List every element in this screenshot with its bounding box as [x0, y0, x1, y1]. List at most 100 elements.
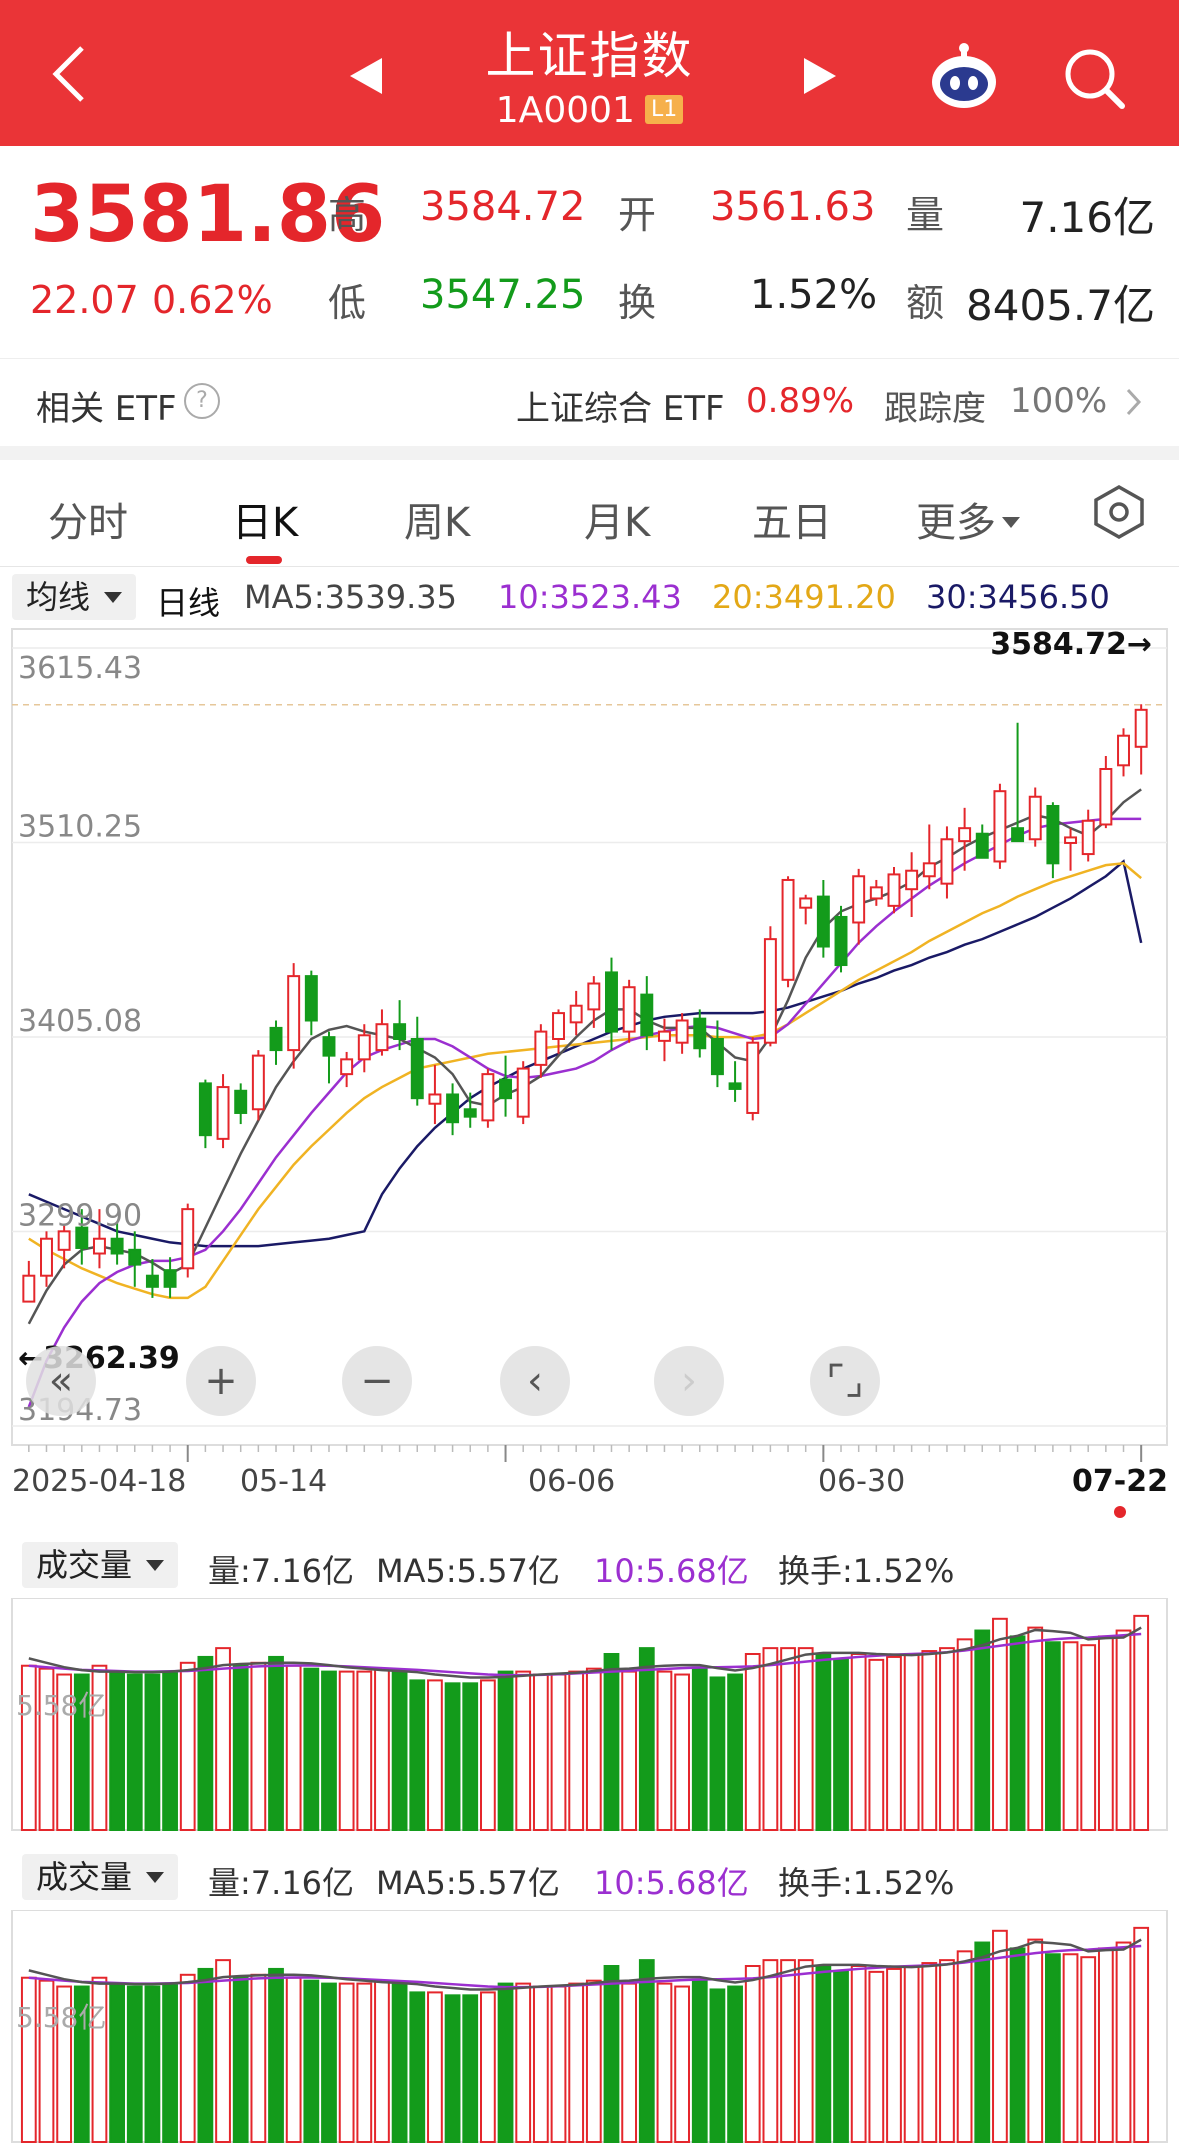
candle: [922, 824, 936, 890]
candle: [234, 1083, 248, 1125]
volume-bar: [356, 1670, 373, 1831]
zoom-out-button[interactable]: −: [342, 1346, 412, 1416]
volume-dropdown-2[interactable]: 成交量: [22, 1854, 179, 1900]
volume-bar: [1080, 1956, 1097, 2144]
amount-label: 额: [906, 281, 945, 325]
robot-assistant-icon[interactable]: [928, 40, 1000, 112]
candle: [22, 1260, 36, 1303]
volume-bar: [356, 1982, 373, 2143]
volume-bar: [215, 1647, 231, 1832]
tab-daily-k[interactable]: 日K: [232, 490, 298, 548]
volume-bar: [515, 1670, 532, 1831]
tab-weekly-k[interactable]: 周K: [404, 490, 470, 548]
quote-panel: 3581.86 22.07 0.62% 高 3584.72 低 3547.25 …: [0, 146, 1179, 358]
candle: [763, 926, 777, 1047]
track-value: 100%: [1010, 381, 1108, 421]
ma5-line: [27, 788, 1142, 1325]
volume-bar: [480, 1679, 496, 1832]
next-stock-triangle-icon[interactable]: [804, 58, 836, 94]
price-change: 22.07: [30, 278, 139, 322]
volume-bar: [780, 1647, 796, 1832]
volume-bar: [1097, 1947, 1114, 2144]
volume-bar: [921, 1650, 938, 1831]
volume-bar: [974, 1941, 991, 2143]
volume-bar: [621, 1670, 638, 1831]
candle: [1046, 802, 1060, 879]
volume-bar: [1097, 1635, 1114, 1832]
ma-type-label: 均线: [26, 578, 91, 616]
volume-header-1: 成交量 量:7.16亿 MA5:5.57亿 10:5.68亿 换手:1.52%: [0, 1534, 1179, 1594]
volume-bar: [197, 1655, 214, 1831]
volume-value: 7.16亿: [1019, 193, 1155, 242]
volume-dropdown-label-2: 成交量: [36, 1858, 133, 1896]
section-separator: [0, 446, 1179, 460]
app-header: 上证指数 1A0001 L1: [0, 0, 1179, 146]
date-label-start: 2025-04-18: [12, 1464, 187, 1499]
volume-bar: [585, 1979, 602, 2143]
candlestick-chart[interactable]: 3615.433510.253405.083299.903194.73 3584…: [0, 626, 1179, 1462]
volume-bar: [1062, 1641, 1079, 1832]
next-button[interactable]: ›: [654, 1346, 724, 1416]
volume-bar: [250, 1661, 267, 1831]
candle: [781, 876, 795, 988]
turnover-label: 换: [618, 281, 657, 325]
volume-bar: [444, 1994, 461, 2144]
volume-bar: [444, 1682, 461, 1832]
vol-value-1: 量:7.16亿: [208, 1552, 355, 1590]
caret-down-icon: [1002, 517, 1020, 528]
candle: [622, 979, 636, 1043]
volume-bar: [409, 1679, 426, 1832]
candle: [587, 976, 601, 1028]
candle: [605, 957, 618, 1051]
volume-bar: [903, 1653, 920, 1831]
volume-bar: [126, 1673, 143, 1831]
ma5-value: MA5:3539.35: [244, 578, 457, 616]
prev-button[interactable]: ‹: [500, 1346, 570, 1416]
candle: [799, 894, 813, 925]
volume-dropdown-1[interactable]: 成交量: [22, 1542, 179, 1588]
volume-bar: [285, 1664, 302, 1831]
volume-axis-label-1: 5.58亿: [16, 1689, 107, 1722]
ma-type-dropdown[interactable]: 均线: [12, 574, 137, 620]
settings-hexagon-icon[interactable]: [1092, 484, 1146, 540]
search-icon[interactable]: [1062, 46, 1126, 110]
candle: [1064, 828, 1078, 871]
help-icon[interactable]: ?: [184, 383, 220, 419]
volume-bar: [886, 1967, 902, 2143]
volume-bar: [1009, 1947, 1026, 2144]
volume-bar: [338, 1670, 355, 1831]
volume-bar: [162, 1670, 178, 1831]
volume-bar: [568, 1670, 585, 1831]
candle: [1134, 704, 1148, 775]
candle: [181, 1203, 195, 1278]
volume-bar: [1045, 1953, 1061, 2144]
volume-bar: [638, 1647, 655, 1832]
track-label: 跟踪度: [884, 389, 986, 429]
candle: [940, 826, 954, 899]
tab-intraday[interactable]: 分时: [48, 490, 128, 548]
open-value: 3561.63: [710, 184, 876, 230]
volume-bar: [1115, 1941, 1132, 2143]
volume-bar: [321, 1982, 337, 2143]
volume-bar: [109, 1982, 125, 2143]
tab-more[interactable]: 更多: [916, 490, 1020, 548]
related-etf-row[interactable]: 相关 ETF ? 上证综合 ETF 0.89% 跟踪度 100%: [0, 358, 1179, 447]
volume-bar: [427, 1679, 443, 1832]
active-tab-indicator: [246, 556, 282, 564]
volume-bar: [797, 1959, 814, 2144]
tab-monthly-k[interactable]: 月K: [584, 490, 650, 548]
volume-bar: [603, 1653, 620, 1831]
ma10-value: 10:3523.43: [498, 578, 682, 616]
tab-more-label: 更多: [916, 500, 996, 546]
open-label: 开: [618, 193, 657, 237]
volume-bar: [250, 1973, 267, 2143]
caret-down-icon: [146, 1560, 165, 1571]
tab-five-day[interactable]: 五日: [752, 490, 832, 548]
ma30-value: 30:3456.50: [926, 578, 1110, 616]
candle: [375, 1009, 389, 1056]
fullscreen-button[interactable]: ⌜⌟: [810, 1346, 880, 1416]
low-label: 低: [328, 281, 367, 325]
zoom-in-button[interactable]: +: [186, 1346, 256, 1416]
scroll-left-button[interactable]: «: [26, 1346, 96, 1416]
volume-bar: [1045, 1641, 1061, 1832]
